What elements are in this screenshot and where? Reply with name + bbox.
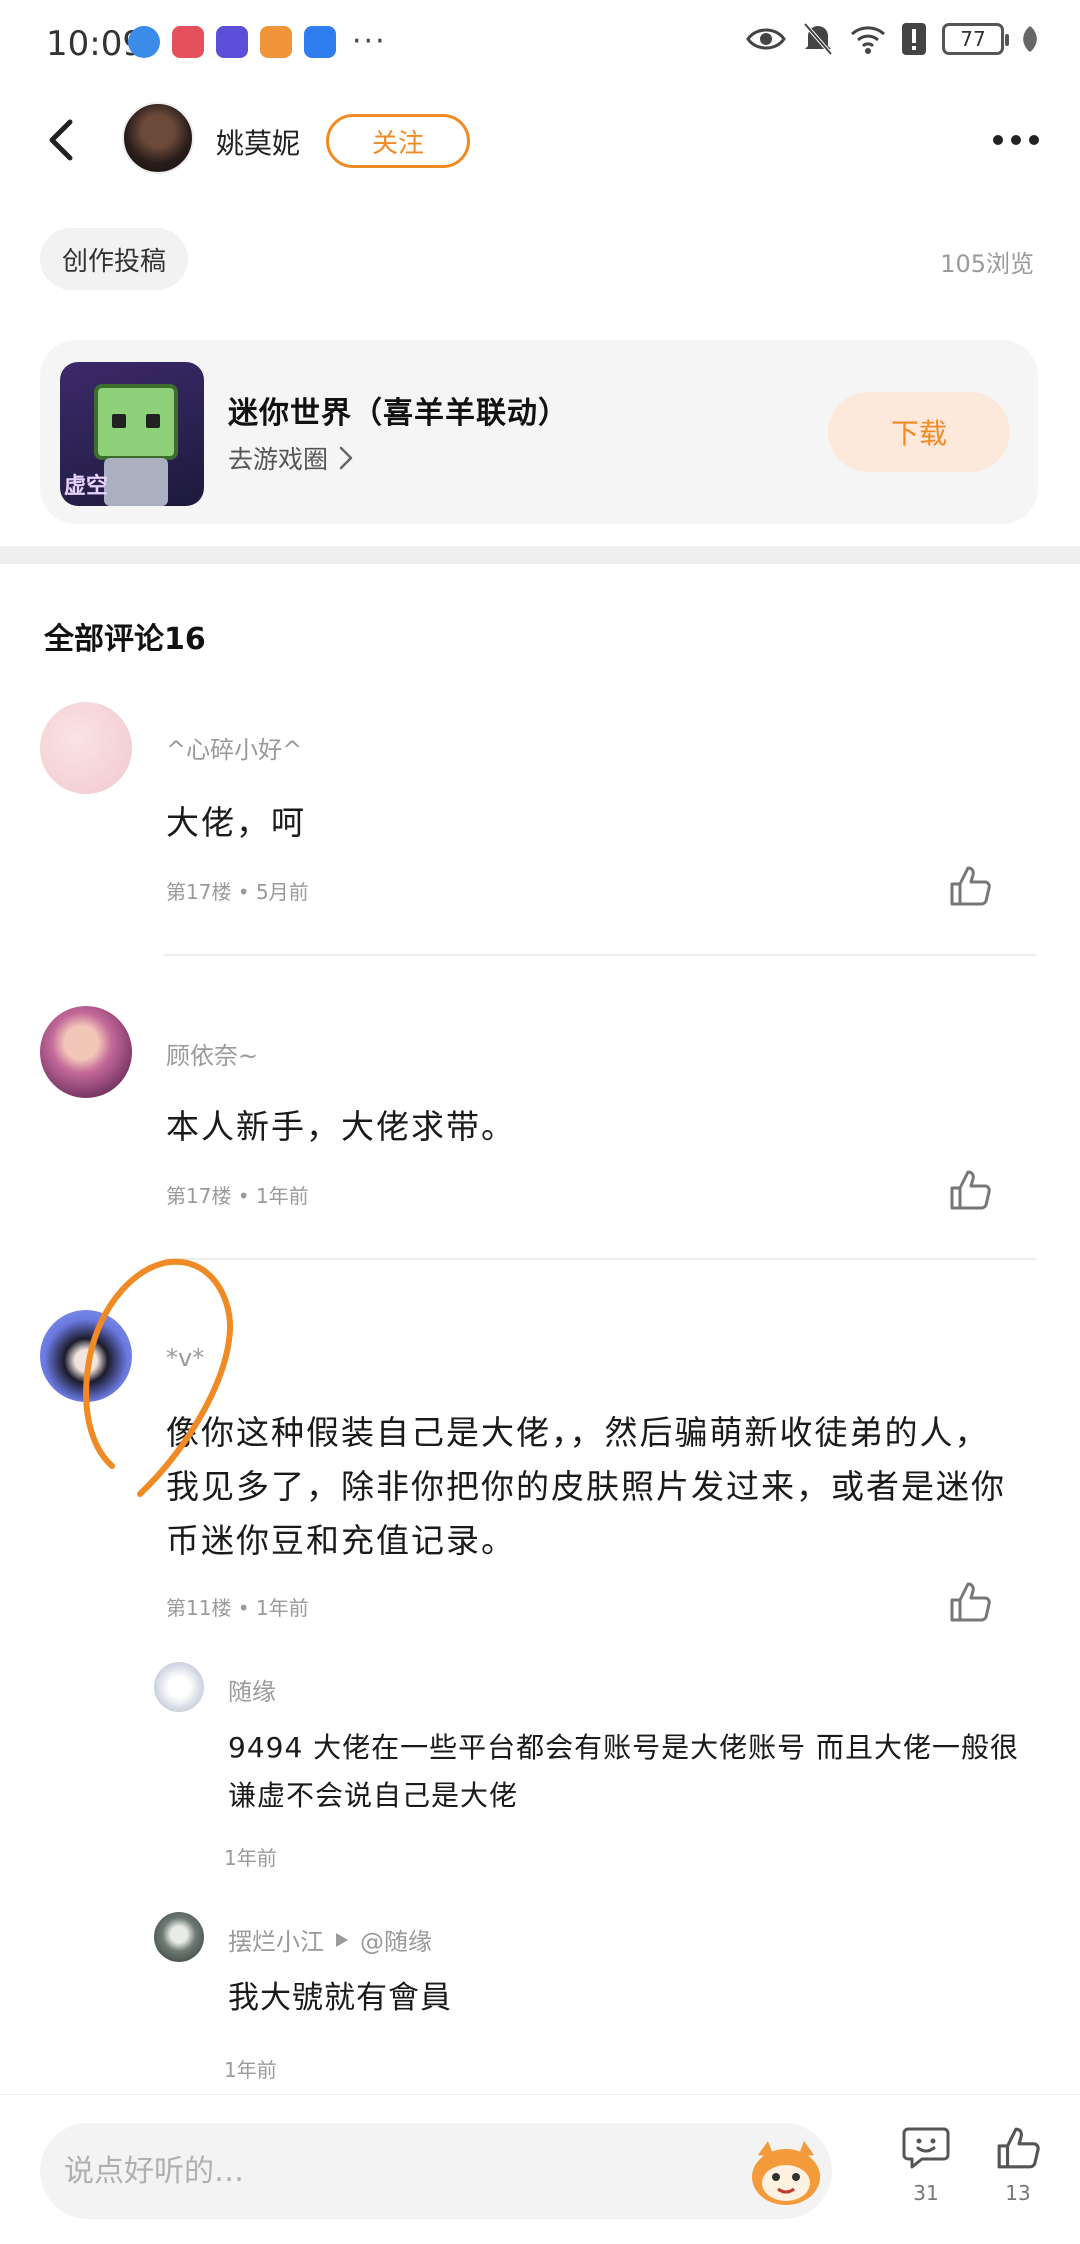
app-notification-icon [304, 26, 336, 58]
bottom-comment-bar: 31 13 [0, 2094, 1080, 2244]
reply-arrow-icon [336, 1932, 348, 1947]
more-options-button[interactable] [986, 122, 1046, 158]
thumbs-up-icon [950, 866, 991, 906]
emoji-mascot-icon[interactable] [748, 2137, 824, 2207]
game-icon-text: 虚空 [64, 474, 109, 499]
comment-divider [164, 1258, 1036, 1260]
chevron-left-icon [49, 119, 73, 161]
replier-name[interactable]: 摆烂小江 [228, 1922, 324, 1957]
comment-bubble-icon [902, 2127, 950, 2169]
comments-section-title: 全部评论16 [44, 622, 206, 657]
notification-icons: ··· [128, 26, 387, 58]
section-divider [0, 546, 1080, 564]
like-count-button[interactable]: 13 [988, 2125, 1048, 2205]
comment-divider [164, 954, 1036, 956]
author-avatar[interactable] [122, 102, 194, 174]
thumbs-up-icon [950, 1170, 991, 1210]
comment-text: 本人新手，大佬求带。 [166, 1107, 516, 1146]
follow-button[interactable]: 关注 [326, 114, 470, 168]
reply-meta: 1年前 [224, 2058, 277, 2082]
reply-text: 9494 大佬在一些平台都会有账号是大佬账号 而且大佬一般很谦虚不会说自己是大佬 [228, 1731, 1020, 1812]
back-button[interactable] [40, 116, 84, 164]
replier-avatar[interactable] [154, 1912, 204, 1962]
comment-count-button[interactable]: 31 [896, 2125, 956, 2205]
comment-text: 像你这种假装自己是大佬，，然后骗萌新收徒弟的人，我见多了，除非你把你的皮肤照片发… [166, 1413, 1006, 1560]
replier-name-row: 摆烂小江 @随缘 [228, 1922, 432, 1957]
replier-avatar[interactable] [154, 1662, 204, 1712]
game-circle-link[interactable]: 去游戏圈 [228, 440, 354, 476]
commenter-avatar[interactable] [40, 1006, 132, 1098]
game-icon: 虚空 [60, 362, 204, 506]
app-notification-icon [172, 26, 204, 58]
app-notification-icon [216, 26, 248, 58]
comment-meta: 第11楼 • 1年前 [166, 1596, 309, 1620]
author-name[interactable]: 姚莫妮 [216, 122, 300, 162]
reply-meta: 1年前 [224, 1846, 277, 1870]
post-tag-chip[interactable]: 创作投稿 [40, 228, 189, 290]
game-card[interactable]: 虚空 迷你世界（喜羊羊联动） 去游戏圈 下载 [40, 340, 1038, 524]
chevron-right-icon [339, 446, 353, 470]
eye-icon [746, 28, 786, 50]
commenter-name[interactable]: *v* [166, 1344, 204, 1372]
game-circle-label: 去游戏圈 [228, 445, 329, 474]
like-count: 13 [1005, 2181, 1031, 2205]
commenter-avatar[interactable] [40, 1310, 132, 1402]
replier-name-row: 随缘 [228, 1672, 276, 1707]
comment-meta: 第17楼 • 1年前 [166, 1184, 309, 1208]
view-count: 105浏览 [940, 250, 1034, 278]
reply-to-mention[interactable]: @随缘 [360, 1922, 432, 1957]
battery-icon: 77 [942, 23, 1009, 55]
leaf-icon [1023, 26, 1037, 52]
comment-input-box[interactable] [40, 2123, 832, 2219]
commenter-name[interactable]: ^心碎小好^ [166, 730, 302, 765]
commenter-avatar[interactable] [40, 702, 132, 794]
more-dot-icon [1011, 135, 1021, 145]
mute-bell-icon [803, 22, 833, 56]
system-icons: 77 [746, 22, 1040, 56]
thumbs-up-icon [997, 2127, 1040, 2169]
more-notifications-icon: ··· [352, 24, 387, 59]
more-dot-icon [1029, 135, 1039, 145]
reply-text: 我大號就有會員 [228, 1980, 452, 2016]
more-dot-icon [993, 135, 1003, 145]
game-title: 迷你世界（喜羊羊联动） [228, 396, 569, 431]
like-button[interactable] [948, 1580, 992, 1624]
comment-meta: 第17楼 • 5月前 [166, 880, 309, 904]
status-bar: 10:09 ··· 77 [0, 0, 1080, 86]
app-notification-icon [260, 26, 292, 58]
replier-name[interactable]: 随缘 [228, 1672, 276, 1707]
thumbs-up-icon [950, 1582, 991, 1622]
commenter-name[interactable]: 顾依奈~ [166, 1036, 258, 1071]
post-header: 姚莫妮 关注 [0, 100, 1080, 180]
wifi-icon [851, 26, 885, 54]
app-notification-icon [128, 26, 160, 58]
comment-input[interactable] [64, 2147, 724, 2195]
alert-icon [902, 23, 926, 55]
comment-text: 大佬，呵 [166, 803, 306, 842]
like-button[interactable] [948, 864, 992, 908]
download-button[interactable]: 下载 [828, 392, 1010, 472]
comment-count: 31 [913, 2181, 939, 2205]
like-button[interactable] [948, 1168, 992, 1212]
